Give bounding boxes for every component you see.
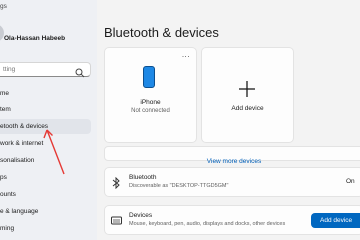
devices-subtitle: Mouse, keyboard, pen, audio, displays an… (129, 221, 286, 227)
device-name: iPhone (140, 99, 161, 106)
sidebar-item-label: ming (0, 225, 15, 232)
bluetooth-subtitle: Discoverable as "DESKTOP-TTGD5GM" (129, 183, 229, 189)
sidebar-item-time-language[interactable]: e & language (0, 204, 91, 219)
devices-title: Devices (129, 212, 153, 219)
bluetooth-icon (111, 176, 121, 190)
device-card-iphone[interactable]: ... iPhone Not connected (104, 47, 197, 143)
more-options-icon[interactable]: ... (182, 50, 190, 59)
sidebar-item-label: ps (0, 174, 7, 181)
add-device-button[interactable]: Add device (311, 213, 360, 228)
devices-row[interactable]: Devices Mouse, keyboard, pen, audio, dis… (104, 205, 360, 235)
sidebar-item-label: ounts (0, 191, 16, 198)
sidebar-item-gaming[interactable]: ming (0, 221, 91, 236)
user-name: Ola-Hassan Habeeb (4, 35, 66, 42)
sidebar-item-bluetooth-devices[interactable]: etooth & devices (0, 119, 91, 134)
bluetooth-toggle-state[interactable]: On (346, 178, 355, 185)
search-icon (75, 65, 85, 78)
plus-icon (239, 81, 255, 97)
sidebar-item-label: etooth & devices (0, 123, 49, 130)
sidebar-item-accounts[interactable]: ounts (0, 187, 91, 202)
view-more-label: View more devices (206, 158, 262, 165)
sidebar: gs Ola-Hassan Habeeb tting me tem etooth… (0, 0, 97, 240)
sidebar-item-label: sonalisation (0, 157, 35, 164)
sidebar-item-label: me (0, 90, 10, 97)
add-device-button-label: Add device (320, 217, 353, 224)
view-more-devices-button[interactable]: View more devices (104, 146, 360, 165)
bluetooth-row[interactable]: Bluetooth Discoverable as "DESKTOP-TTGD5… (104, 167, 360, 197)
search-placeholder: tting (3, 66, 16, 73)
phone-icon (143, 66, 155, 88)
sidebar-item-label: tem (0, 106, 11, 113)
device-status: Not connected (131, 108, 170, 114)
sidebar-item-home[interactable]: me (0, 86, 91, 101)
bluetooth-title: Bluetooth (129, 174, 157, 181)
devices-icon (111, 214, 122, 226)
window-title: gs (0, 3, 7, 10)
search-input[interactable]: tting (0, 62, 91, 78)
sidebar-item-apps[interactable]: ps (0, 170, 91, 185)
sidebar-item-personalisation[interactable]: sonalisation (0, 153, 91, 168)
page-title: Bluetooth & devices (104, 25, 219, 40)
sidebar-item-label: e & language (0, 208, 39, 215)
add-device-label: Add device (231, 105, 264, 112)
sidebar-item-network-internet[interactable]: work & internet (0, 136, 91, 151)
add-device-card[interactable]: Add device (201, 47, 294, 143)
sidebar-item-system[interactable]: tem (0, 102, 91, 117)
sidebar-item-label: work & internet (0, 140, 44, 147)
